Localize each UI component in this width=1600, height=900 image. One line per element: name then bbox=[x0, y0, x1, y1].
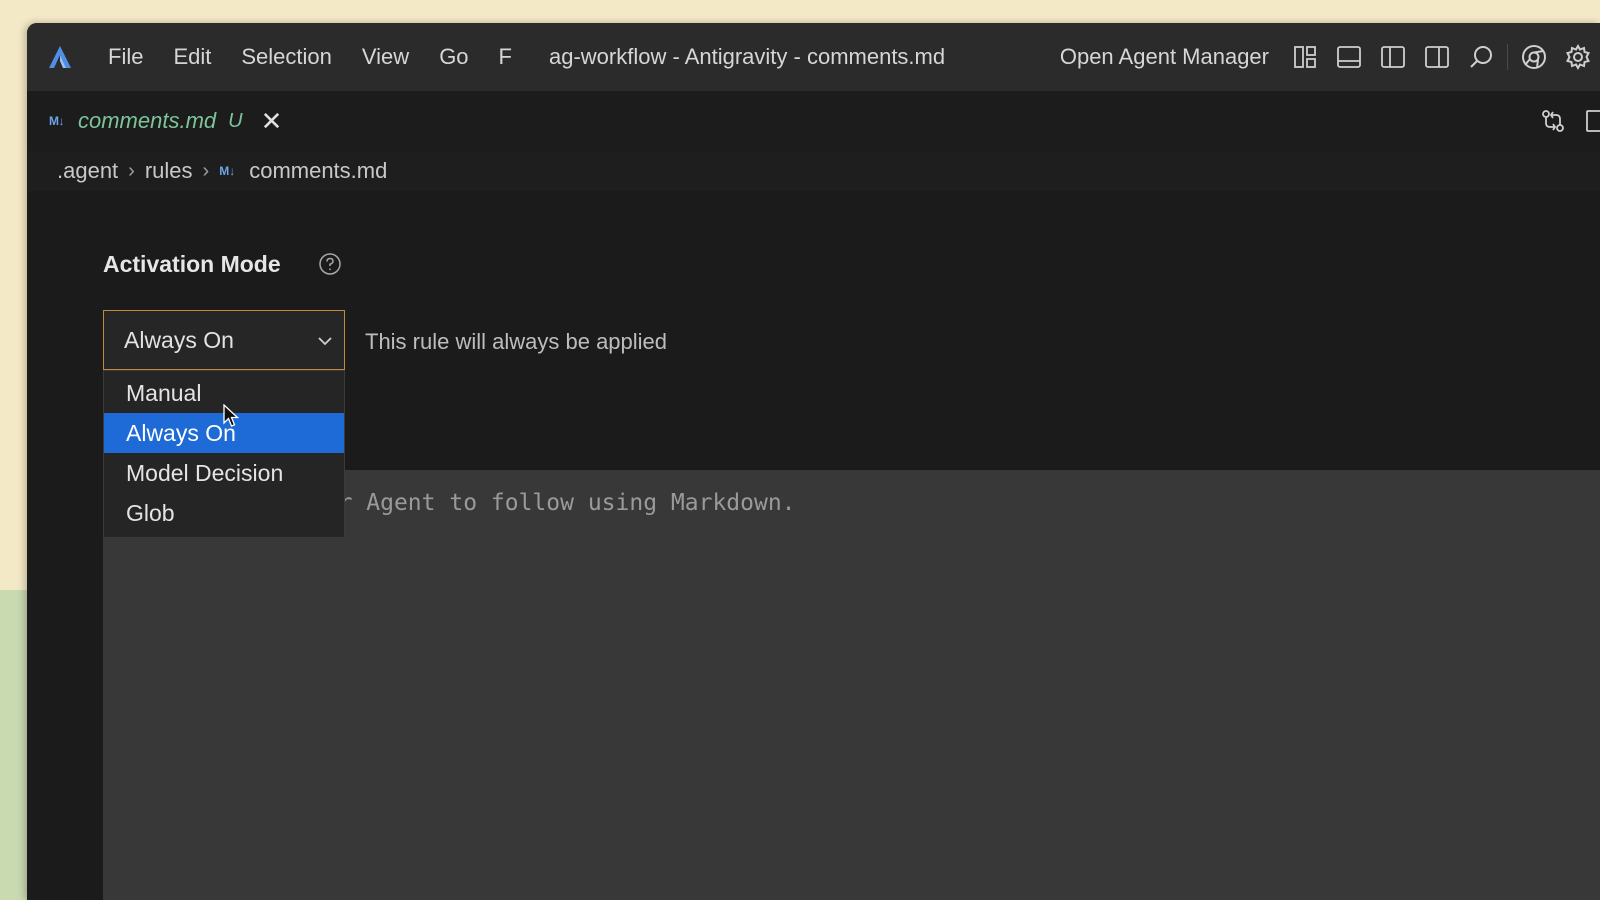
close-icon[interactable]: ✕ bbox=[261, 108, 283, 134]
rule-editor: Activation Mode Always On This rule will… bbox=[27, 191, 1600, 900]
activation-mode-label: Activation Mode bbox=[103, 251, 281, 277]
tab-label: comments.md bbox=[78, 108, 217, 133]
chevron-down-icon bbox=[316, 332, 334, 355]
title-bar-actions: Open Agent Manager bbox=[1060, 23, 1600, 91]
markdown-icon: M↓ bbox=[49, 114, 65, 128]
activation-mode-description: This rule will always be applied bbox=[365, 329, 668, 354]
mouse-cursor-icon bbox=[223, 403, 240, 433]
search-icon[interactable] bbox=[1466, 42, 1496, 72]
option-glob[interactable]: Glob bbox=[104, 493, 344, 533]
toolbar-separator bbox=[1507, 44, 1508, 70]
breadcrumb-rules[interactable]: rules bbox=[145, 158, 193, 184]
secondary-sidebar-icon[interactable] bbox=[1422, 42, 1452, 72]
antigravity-logo-icon[interactable] bbox=[45, 42, 75, 72]
chrome-icon[interactable] bbox=[1519, 42, 1549, 72]
menu-file[interactable]: File bbox=[93, 44, 158, 70]
activation-mode-dropdown: Manual Always On Model Decision Glob bbox=[103, 370, 345, 538]
breadcrumb: .agent › rules › M↓ comments.md bbox=[57, 151, 387, 191]
chevron-right-icon: › bbox=[128, 159, 135, 182]
activation-mode-select[interactable]: Always On bbox=[103, 310, 345, 370]
menu-bar: File Edit Selection View Go F bbox=[93, 44, 527, 70]
markdown-icon: M↓ bbox=[219, 164, 236, 178]
window-title: ag-workflow - Antigravity - comments.md bbox=[549, 44, 946, 69]
select-value: Always On bbox=[124, 326, 234, 353]
menu-go[interactable]: Go bbox=[424, 44, 483, 70]
gear-icon[interactable] bbox=[1563, 42, 1593, 72]
source-control-icon[interactable] bbox=[1538, 106, 1568, 136]
split-editor-icon[interactable] bbox=[1378, 42, 1408, 72]
untracked-status-badge: U bbox=[228, 109, 243, 132]
panel-icon[interactable] bbox=[1334, 42, 1364, 72]
menu-truncated[interactable]: F bbox=[484, 44, 527, 70]
editor-actions bbox=[1531, 91, 1600, 151]
breadcrumb-agent[interactable]: .agent bbox=[57, 158, 118, 184]
tab-bar: M↓ comments.md U ✕ bbox=[27, 91, 1600, 151]
open-agent-manager-button[interactable]: Open Agent Manager bbox=[1060, 44, 1269, 70]
menu-selection[interactable]: Selection bbox=[226, 44, 347, 70]
option-model-decision[interactable]: Model Decision bbox=[104, 453, 344, 493]
menu-edit[interactable]: Edit bbox=[158, 44, 226, 70]
breadcrumb-file[interactable]: comments.md bbox=[249, 158, 387, 184]
help-icon[interactable] bbox=[318, 252, 342, 281]
split-icon[interactable] bbox=[1582, 106, 1600, 136]
tab-comments-md[interactable]: M↓ comments.md U ✕ bbox=[27, 91, 282, 151]
title-bar: File Edit Selection View Go F ag-workflo… bbox=[27, 23, 1600, 91]
chevron-right-icon: › bbox=[202, 159, 210, 182]
editor-window: File Edit Selection View Go F ag-workflo… bbox=[27, 23, 1600, 900]
layout-icon[interactable] bbox=[1290, 42, 1320, 72]
menu-view[interactable]: View bbox=[347, 44, 424, 70]
